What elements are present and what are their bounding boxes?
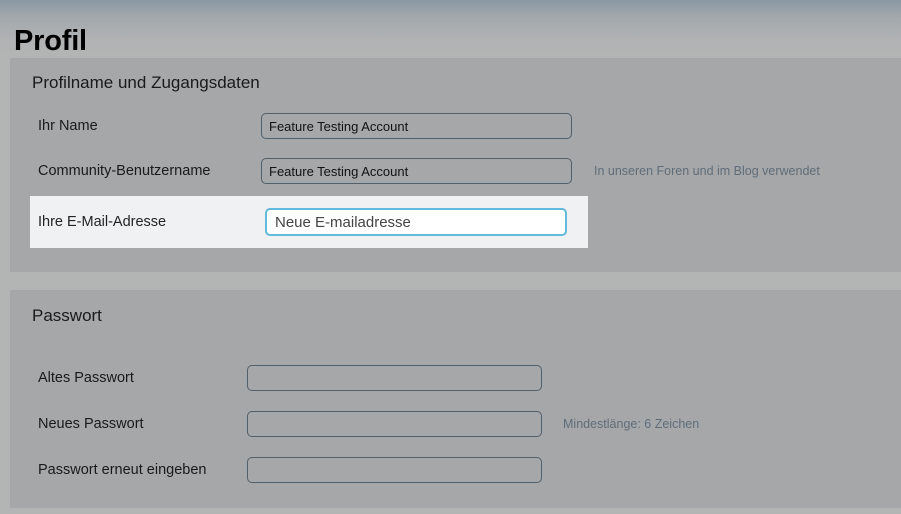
hint-community-username: In unseren Foren und im Blog verwendet	[594, 164, 820, 178]
form-row-email-address: Ihre E-Mail-Adresse	[20, 196, 901, 248]
form-row-community-username: Community-Benutzername In unseren Foren …	[10, 151, 901, 191]
page-title: Profil	[14, 25, 87, 58]
page-bottom-strip	[0, 508, 901, 514]
form-row-new-password: Neues Passwort Mindestlänge: 6 Zeichen	[10, 404, 901, 444]
form-row-confirm-password: Passwort erneut eingeben	[10, 450, 901, 490]
label-old-password: Altes Passwort	[38, 370, 134, 386]
profile-page: Profil Profilname und Zugangsdaten Ihr N…	[0, 0, 901, 514]
password-section-heading: Passwort	[32, 306, 102, 325]
input-old-password[interactable]	[247, 365, 542, 391]
label-confirm-password: Passwort erneut eingeben	[38, 462, 207, 478]
input-new-password[interactable]	[247, 411, 542, 437]
input-email-address[interactable]	[265, 208, 567, 236]
label-email-address: Ihre E-Mail-Adresse	[38, 214, 167, 230]
input-community-username[interactable]	[261, 158, 572, 184]
label-your-name: Ihr Name	[38, 118, 98, 134]
input-confirm-password[interactable]	[247, 457, 542, 483]
form-row-old-password: Altes Passwort	[10, 358, 901, 398]
form-row-name: Ihr Name	[10, 106, 901, 146]
hint-new-password: Mindestlänge: 6 Zeichen	[563, 417, 700, 431]
profile-section-heading: Profilname und Zugangsdaten	[32, 73, 260, 92]
profile-credentials-panel: Profilname und Zugangsdaten Ihr Name Com…	[10, 58, 901, 272]
input-your-name[interactable]	[261, 113, 572, 139]
password-panel: Passwort Altes Passwort Neues Passwort M…	[10, 290, 901, 508]
label-community-username: Community-Benutzername	[38, 163, 211, 179]
label-new-password: Neues Passwort	[38, 416, 144, 432]
